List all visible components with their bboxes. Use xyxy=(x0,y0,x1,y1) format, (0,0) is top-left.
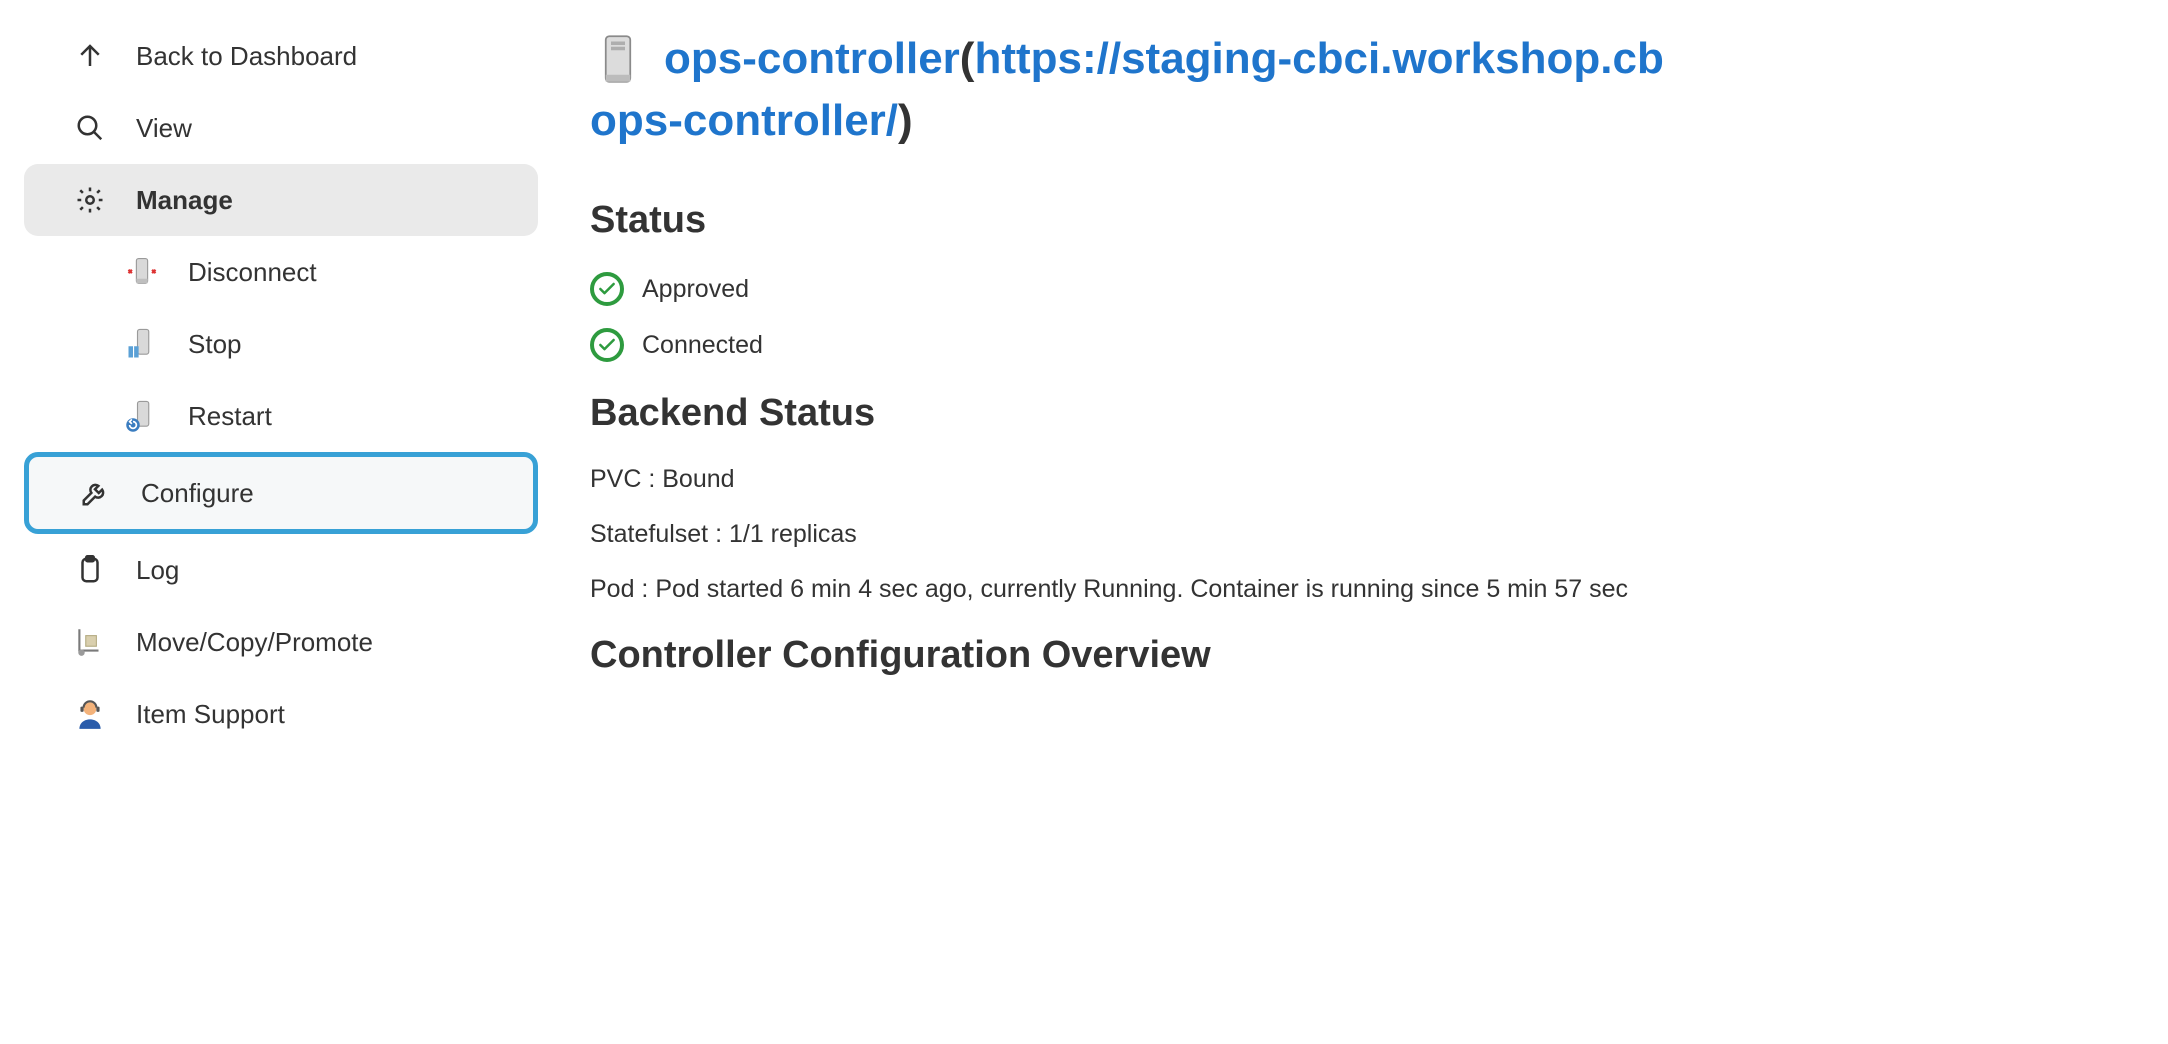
sidebar-item-disconnect[interactable]: Disconnect xyxy=(24,236,538,308)
status-label: Connected xyxy=(642,331,763,360)
main-content: ops-controller ( https://staging-cbci.wo… xyxy=(554,0,2168,1044)
clipboard-icon xyxy=(72,552,108,588)
sidebar-item-move[interactable]: Move/Copy/Promote xyxy=(24,606,538,678)
sidebar-item-label: View xyxy=(136,113,192,144)
sidebar-item-restart[interactable]: Restart xyxy=(24,380,538,452)
arrow-up-icon xyxy=(72,38,108,74)
sidebar-item-back[interactable]: Back to Dashboard xyxy=(24,20,538,92)
controller-name-link[interactable]: ops-controller xyxy=(664,28,960,90)
config-overview-heading: Controller Configuration Overview xyxy=(590,634,2168,677)
sidebar-item-label: Disconnect xyxy=(188,257,317,288)
paren-close: ) xyxy=(898,90,913,152)
server-restart-icon xyxy=(124,398,160,434)
check-icon xyxy=(590,328,624,362)
sidebar-item-label: Manage xyxy=(136,185,233,216)
controller-url-line2-link[interactable]: ops-controller/ xyxy=(590,90,898,152)
sidebar-item-label: Restart xyxy=(188,401,272,432)
sidebar-item-view[interactable]: View xyxy=(24,92,538,164)
sidebar-item-label: Configure xyxy=(141,478,254,509)
paren-open: ( xyxy=(960,28,975,90)
server-stop-icon xyxy=(124,326,160,362)
sidebar: Back to Dashboard View Manage Disconnect xyxy=(0,0,554,1044)
sidebar-item-label: Back to Dashboard xyxy=(136,41,357,72)
sidebar-item-configure[interactable]: Configure xyxy=(24,452,538,534)
sidebar-item-label: Stop xyxy=(188,329,242,360)
page-title: ops-controller ( https://staging-cbci.wo… xyxy=(590,28,2168,151)
sidebar-item-stop[interactable]: Stop xyxy=(24,308,538,380)
sidebar-item-label: Move/Copy/Promote xyxy=(136,627,373,658)
sidebar-item-manage[interactable]: Manage xyxy=(24,164,538,236)
gear-icon xyxy=(72,182,108,218)
backend-statefulset: Statefulset : 1/1 replicas xyxy=(590,520,2168,549)
backend-pvc: PVC : Bound xyxy=(590,465,2168,494)
support-person-icon xyxy=(72,696,108,732)
sidebar-item-label: Item Support xyxy=(136,699,285,730)
status-heading: Status xyxy=(590,199,2168,242)
sidebar-item-label: Log xyxy=(136,555,179,586)
hand-truck-icon xyxy=(72,624,108,660)
sidebar-item-support[interactable]: Item Support xyxy=(24,678,538,750)
search-icon xyxy=(72,110,108,146)
controller-url-link[interactable]: https://staging-cbci.workshop.cb xyxy=(974,28,1663,90)
status-connected: Connected xyxy=(590,328,2168,362)
backend-pod: Pod : Pod started 6 min 4 sec ago, curre… xyxy=(590,575,2168,604)
sidebar-item-log[interactable]: Log xyxy=(24,534,538,606)
status-approved: Approved xyxy=(590,272,2168,306)
server-icon xyxy=(590,31,646,87)
server-disconnect-icon xyxy=(124,254,160,290)
status-label: Approved xyxy=(642,275,749,304)
wrench-icon xyxy=(77,475,113,511)
check-icon xyxy=(590,272,624,306)
backend-status-heading: Backend Status xyxy=(590,392,2168,435)
